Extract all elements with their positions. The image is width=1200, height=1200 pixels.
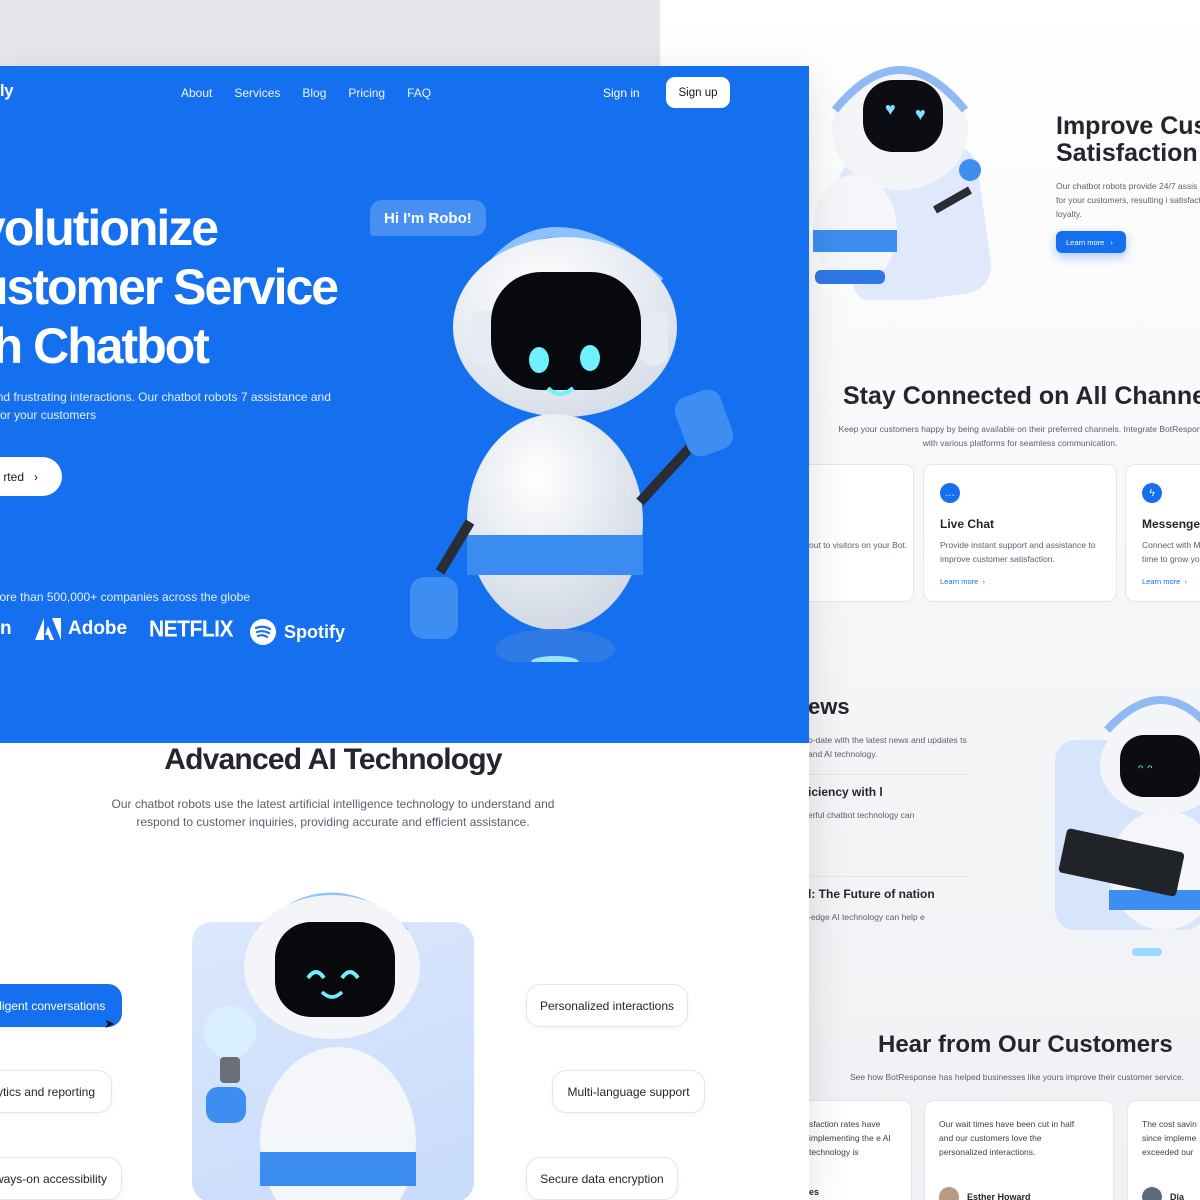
customers-title: Hear from Our Customers — [878, 1031, 1173, 1058]
news-item-title: l: The Future of nation — [808, 887, 935, 901]
channel-card-title: Live Chat — [940, 517, 995, 531]
testimonial-author: es — [809, 1187, 820, 1197]
feature-pill-analytics[interactable]: ytics and reporting — [0, 1070, 112, 1113]
channels-title: Stay Connected on All Channels — [843, 382, 1200, 410]
robot-waving-illustration — [410, 227, 734, 662]
svg-text:♥: ♥ — [885, 99, 896, 119]
avatar — [939, 1187, 959, 1200]
channel-card-live-chat[interactable]: … Live Chat Provide instant support and … — [923, 464, 1117, 602]
testimonial-text: The cost savin since impleme exceeded ou… — [1142, 1119, 1197, 1157]
testimonial-text: Our wait times have been cut in half and… — [939, 1119, 1075, 1157]
nav-link-blog[interactable]: Blog — [302, 86, 326, 100]
learn-more-link[interactable]: Learn more › — [940, 577, 985, 586]
sign-up-button[interactable]: Sign up — [666, 77, 730, 108]
feature-pill-intelligent-conversations[interactable]: lligent conversations ➤ — [0, 984, 122, 1031]
news-item[interactable]: l: The Future of nation -edge AI technol… — [808, 876, 968, 924]
feature-pill-always-on[interactable]: ways-on accessibility — [0, 1157, 122, 1200]
spotify-logo: Spotify — [249, 618, 345, 646]
feature-pill-multi-language[interactable]: Multi-language support — [552, 1070, 705, 1113]
brand-logos: n Adobe NETFLIX Spotify — [0, 616, 400, 648]
nav-link-about[interactable]: About — [181, 86, 212, 100]
hero-description: e to long wait times and frustrating int… — [0, 390, 331, 422]
learn-more-label: Learn more — [1066, 237, 1105, 247]
news-item[interactable]: iciency with l erful chatbot technology … — [808, 774, 968, 822]
svg-text:♥: ♥ — [915, 104, 926, 124]
news-item-desc: -edge AI technology can help e — [808, 912, 925, 922]
learn-more-link[interactable]: Learn more › — [1142, 577, 1187, 586]
testimonial-author: Esther Howard — [939, 1187, 1031, 1200]
background-backdrop — [0, 0, 660, 70]
messenger-icon: ϟ — [1142, 483, 1162, 503]
adobe-logo: Adobe — [35, 618, 127, 640]
channel-card-desc: Provide instant support and assistance t… — [940, 540, 1096, 564]
robot-lightbulb-illustration — [204, 892, 420, 1200]
ai-section-title: Advanced AI Technology — [164, 743, 502, 776]
brand-logo-partial: n — [0, 618, 12, 639]
satisfaction-title: Improve Cust Satisfaction — [1056, 112, 1200, 167]
hero-title: volutionize ustomer Service th Chatbot — [0, 200, 339, 374]
spotify-icon — [250, 619, 276, 645]
get-started-button[interactable]: rted › — [0, 457, 62, 496]
main-nav: About Services Blog Pricing FAQ — [181, 86, 431, 100]
channel-card-messenger[interactable]: ϟ Messenge Connect with M time to grow y… — [1125, 464, 1200, 602]
customers-description: See how BotResponse has helped businesse… — [850, 1072, 1185, 1082]
testimonial-card: Our wait times have been cut in half and… — [924, 1100, 1114, 1200]
feature-pill-encryption[interactable]: Secure data encryption — [526, 1157, 678, 1200]
chat-bubble-icon: … — [940, 483, 960, 503]
satisfaction-description: Our chatbot robots provide 24/7 assis se… — [1056, 181, 1200, 219]
robot-heart-illustration: ♥ ♥ — [813, 66, 992, 300]
svg-text:ᵔ ᵔ: ᵔ ᵔ — [1138, 761, 1152, 777]
testimonial-author: Dia — [1142, 1187, 1184, 1200]
nav-link-pricing[interactable]: Pricing — [348, 86, 385, 100]
nav-link-services[interactable]: Services — [234, 86, 280, 100]
news-item-title: iciency with l — [808, 785, 883, 799]
chevron-right-icon: › — [34, 469, 38, 484]
learn-more-button[interactable]: Learn more › — [1056, 231, 1126, 253]
sign-in-link[interactable]: Sign in — [603, 86, 640, 100]
get-started-label: rted — [3, 469, 24, 484]
ai-section-description: Our chatbot robots use the latest artifi… — [111, 797, 555, 829]
news-item-desc: erful chatbot technology can — [808, 810, 915, 820]
main-page: oly About Services Blog Pricing FAQ Sign… — [0, 66, 809, 1200]
feature-pill-personalized[interactable]: Personalized interactions — [526, 984, 688, 1027]
channels-description: Keep your customers happy by being avail… — [838, 424, 1200, 448]
chevron-right-icon: › — [1110, 237, 1113, 247]
avatar — [1142, 1187, 1162, 1200]
nav-link-faq[interactable]: FAQ — [407, 86, 431, 100]
trusted-by-text: nore than 500,000+ companies across the … — [0, 590, 250, 604]
logo[interactable]: oly — [0, 81, 14, 101]
robot-reading-illustration: ᵔ ᵔ — [1055, 696, 1200, 956]
news-description: o-date with the latest news and updates … — [808, 735, 967, 759]
adobe-icon — [35, 618, 61, 640]
channel-card-desc: out to visitors on your Bot. — [809, 540, 908, 550]
netflix-logo: NETFLIX — [149, 616, 234, 643]
testimonial-text: sfaction rates have implementing the e A… — [809, 1119, 891, 1157]
testimonial-card: The cost savin since impleme exceeded ou… — [1127, 1100, 1200, 1200]
channel-card-title: Messenge — [1142, 517, 1200, 531]
hero-section: oly About Services Blog Pricing FAQ Sign… — [0, 66, 809, 743]
cursor-arrow-icon: ➤ — [104, 1016, 115, 1031]
channel-card-desc: Connect with M time to grow yo — [1142, 540, 1200, 564]
news-title: ews — [808, 694, 850, 719]
